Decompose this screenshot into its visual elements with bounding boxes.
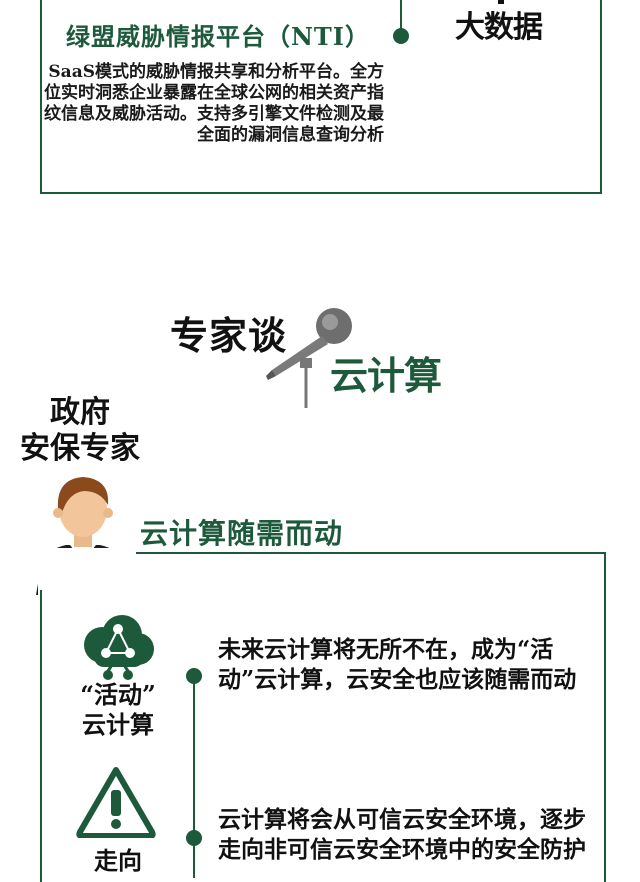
item-label-line2: 云计算 (82, 710, 154, 739)
big-data-label: 大数据 (455, 10, 543, 45)
nti-title: 绿盟威胁情报平台（NTI） (66, 22, 371, 51)
item-label: 走向 (70, 846, 166, 876)
item-text: 未来云计算将无所不在，成为“活动”云计算，云安全也应该随需而动 (218, 636, 577, 693)
expert-role-line2: 安保专家 (20, 431, 140, 466)
card-left-border (40, 590, 42, 880)
timeline-line (193, 668, 195, 878)
item-label-line1: 走向 (94, 846, 142, 875)
timeline-dot (186, 668, 202, 684)
connector-dot (393, 28, 409, 44)
cloud-computing-title: 云计算 (330, 354, 442, 398)
item-label-line1: “活动” (80, 680, 156, 709)
nti-description: SaaS模式的威胁情报共享和分析平台。全方位实时洞悉企业暴露在全球公网的相关资产… (44, 62, 384, 145)
section-heading: 云计算随需而动 (140, 517, 344, 550)
expert-role-line1: 政府 (50, 395, 110, 430)
cloud-network-icon (84, 615, 154, 680)
item-text: 云计算将会从可信云安全环境，逐步走向非可信云安全环境中的安全防护 (218, 806, 586, 863)
connector-line (400, 0, 402, 30)
timeline-dot (186, 830, 202, 846)
warning-icon (76, 767, 156, 838)
item-label: “活动” 云计算 (70, 680, 166, 740)
card-corner-mask (38, 548, 136, 598)
expert-role: 政府 安保专家 (10, 395, 150, 467)
